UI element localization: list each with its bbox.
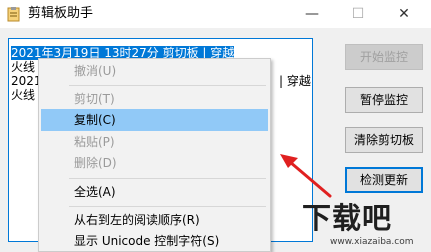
- menu-item-undo[interactable]: 撤消(U): [41, 60, 268, 82]
- menu-separator: [69, 206, 266, 207]
- menu-item-copy[interactable]: 复制(C): [41, 109, 268, 131]
- check-update-button[interactable]: 检测更新: [345, 167, 423, 193]
- history-line-3: 2021: [11, 74, 42, 88]
- menu-separator: [69, 178, 266, 179]
- context-menu: 撤消(U) 剪切(T) 复制(C) 粘贴(P) 删除(D) 全选(A) 从右到左…: [38, 58, 271, 252]
- menu-item-show-unicode-label: 显示 Unicode 控制字符(S): [74, 234, 220, 248]
- menu-item-copy-label: 复制(C): [74, 113, 116, 127]
- pause-monitor-button[interactable]: 暂停监控: [345, 87, 423, 113]
- menu-item-cut[interactable]: 剪切(T): [41, 88, 268, 110]
- history-line-4: 火线: [11, 88, 36, 102]
- menu-item-undo-label: 撤消(U): [74, 64, 117, 78]
- history-line-2: 火线: [11, 60, 36, 74]
- menu-item-select-all[interactable]: 全选(A): [41, 181, 268, 203]
- history-line-3-tail: | 穿越: [279, 74, 311, 88]
- app-window: 剪辑板助手 — ☐ ✕ 2021年3月19日 13时27分 剪切板 | 穿越 火…: [0, 0, 431, 252]
- menu-item-paste-label: 粘贴(P): [74, 135, 115, 149]
- app-icon: [7, 7, 20, 22]
- clear-clipboard-button[interactable]: 清除剪切板: [345, 127, 423, 153]
- menu-item-rtl-reading-label: 从右到左的阅读顺序(R): [74, 213, 200, 227]
- red-arrow-annotation: [280, 154, 332, 198]
- menu-item-show-unicode[interactable]: 显示 Unicode 控制字符(S): [41, 230, 268, 252]
- menu-item-delete-label: 删除(D): [74, 156, 117, 170]
- window-title: 剪辑板助手: [28, 6, 94, 21]
- close-button[interactable]: ✕: [381, 0, 427, 28]
- start-monitor-button[interactable]: 开始监控: [345, 44, 423, 70]
- menu-item-select-all-label: 全选(A): [74, 185, 116, 199]
- title-bar[interactable]: 剪辑板助手 — ☐ ✕: [0, 0, 431, 28]
- menu-item-delete[interactable]: 删除(D): [41, 152, 268, 174]
- menu-item-cut-label: 剪切(T): [74, 92, 115, 106]
- menu-separator: [69, 85, 266, 86]
- menu-item-paste[interactable]: 粘贴(P): [41, 131, 268, 153]
- minimize-button[interactable]: —: [289, 0, 335, 28]
- watermark-logo: 下载吧: [302, 201, 393, 235]
- maximize-button[interactable]: ☐: [335, 0, 381, 28]
- watermark-url: www.xiazaiba.com: [330, 237, 414, 247]
- menu-item-rtl-reading[interactable]: 从右到左的阅读顺序(R): [41, 209, 268, 231]
